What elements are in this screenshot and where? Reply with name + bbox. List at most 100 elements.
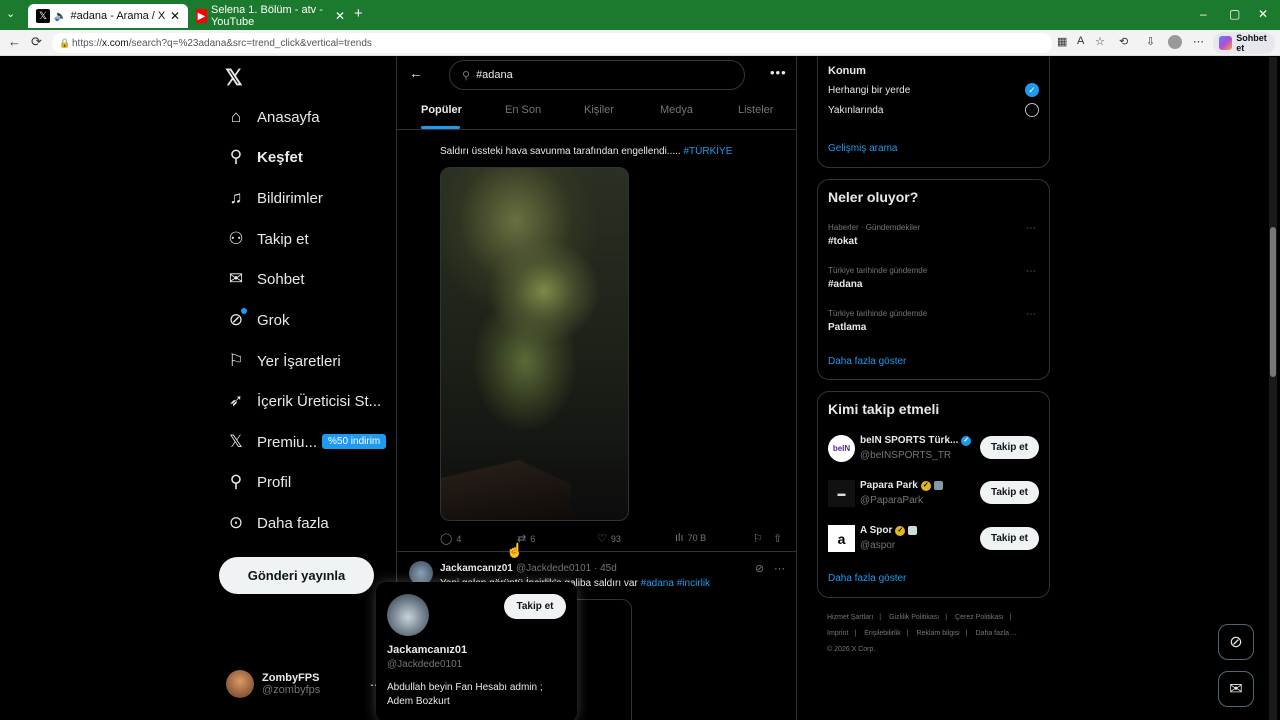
favorite-star-icon[interactable]: ☆ <box>1095 35 1105 48</box>
follow-button[interactable]: Takip et <box>980 481 1039 504</box>
settings-more-icon[interactable]: ⋯ <box>1193 35 1204 48</box>
account-switcher[interactable]: ZombyFPS @zombyfps ⋯ <box>226 670 382 698</box>
follow-button[interactable]: Takip et <box>980 527 1039 550</box>
nav-profile[interactable]: ⚲ Profil <box>225 470 291 494</box>
more-dots-icon[interactable]: ⋯ <box>774 562 785 575</box>
tab-list-chevron-icon[interactable]: ⌄ <box>6 7 15 20</box>
grok-fab-icon[interactable]: ⊘ <box>1218 624 1254 660</box>
reload-icon[interactable]: ⟳ <box>31 34 42 50</box>
trend-name[interactable]: #adana <box>828 279 862 290</box>
show-more-link[interactable]: Daha fazla göster <box>828 573 906 584</box>
browser-tab-x[interactable]: 𝕏 🔈 #adana - Arama / X ✕ <box>28 4 188 28</box>
follow-button[interactable]: Takip et <box>980 436 1039 459</box>
grok-icon[interactable]: ⊘ <box>755 562 764 575</box>
profile-avatar[interactable] <box>1168 35 1182 49</box>
speaker-icon[interactable]: 🔈 <box>54 11 66 22</box>
scrollbar[interactable] <box>1269 57 1277 720</box>
profile-handle[interactable]: @Jackdede0101 <box>387 659 462 670</box>
tab-popular[interactable]: Popüler <box>421 104 462 116</box>
minimize-button[interactable]: – <box>1200 7 1207 21</box>
footer-link[interactable]: Gizlilik Politikası <box>889 614 939 621</box>
show-more-link[interactable]: Daha fazla göster <box>828 356 906 367</box>
nav-notifications[interactable]: ♫ Bildirimler <box>225 186 323 210</box>
tab-people[interactable]: Kişiler <box>584 104 614 116</box>
trend-name[interactable]: Patlama <box>828 322 866 333</box>
trend-name[interactable]: #tokat <box>828 236 857 247</box>
share-icon: ⇧ <box>773 533 783 545</box>
hashtag-link[interactable]: #TÜRKİYE <box>683 146 732 157</box>
tab-media[interactable]: Medya <box>660 104 693 116</box>
a-spor-avatar[interactable]: a <box>828 525 855 552</box>
close-tab-icon[interactable]: ✕ <box>335 9 345 23</box>
tweet-author-name[interactable]: Jackamcanız01 <box>440 563 513 574</box>
footer-link[interactable]: Erişilebilirlik <box>864 630 901 637</box>
tweet-video[interactable] <box>440 167 629 521</box>
search-input[interactable]: ⚲ #adana <box>449 60 745 90</box>
nav-grok[interactable]: ⊘ Grok <box>225 308 290 332</box>
bookmark-icon: ⚐ <box>228 351 244 370</box>
tweet-author-handle[interactable]: @Jackdede0101 · 45d <box>516 563 617 574</box>
post-button[interactable]: Gönderi yayınla <box>219 557 374 594</box>
footer-link[interactable]: Daha fazla ... <box>976 630 1017 637</box>
avatar[interactable] <box>387 594 429 636</box>
address-bar[interactable]: 🔒 https://x.com/search?q=%23adana&src=tr… <box>52 33 1052 53</box>
reply-button[interactable]: ◯ 4 <box>440 532 461 545</box>
more-dots-icon[interactable]: ⋯ <box>1026 266 1036 277</box>
account-name[interactable]: beIN SPORTS Türk... ✓ <box>860 435 972 446</box>
back-icon[interactable]: ← <box>8 34 21 49</box>
close-window-button[interactable]: ✕ <box>1258 7 1268 21</box>
nav-home[interactable]: ⌂ Anasayfa <box>225 105 320 129</box>
browser-tab-youtube[interactable]: ▶ Selena 1. Bölüm - atv - YouTube ✕ <box>188 4 353 28</box>
more-dots-icon[interactable]: ⋯ <box>1026 223 1036 234</box>
app-icon[interactable]: ▦ <box>1057 35 1067 48</box>
like-button[interactable]: ♡ 93 <box>597 532 621 545</box>
radio-checked-icon[interactable]: ✓ <box>1025 83 1039 97</box>
account-name-text: beIN SPORTS Türk... <box>860 435 959 446</box>
read-aloud-icon[interactable]: A <box>1077 35 1084 47</box>
x-logo-icon[interactable]: 𝕏 <box>225 65 243 91</box>
messages-fab-icon[interactable]: ✉ <box>1218 671 1254 707</box>
tab-latest[interactable]: En Son <box>505 104 541 116</box>
account-name[interactable]: Papara Park ✓ <box>860 480 943 491</box>
profile-name[interactable]: Jackamcanız01 <box>387 644 467 656</box>
bookmark-button[interactable]: ⚐ <box>753 532 767 545</box>
trend-meta: Türkiye tarihinde gündemde <box>828 266 928 275</box>
maximize-button[interactable]: ▢ <box>1229 7 1240 21</box>
share-button[interactable]: ⇧ <box>773 532 786 545</box>
back-arrow-icon[interactable]: ← <box>409 65 423 81</box>
home-icon: ⌂ <box>230 107 242 126</box>
location-option-anywhere[interactable]: Herhangi bir yerde <box>828 85 910 96</box>
footer-link[interactable]: Çerez Politikası <box>955 614 1004 621</box>
radio-unchecked-icon[interactable] <box>1025 103 1039 117</box>
nav-bookmarks[interactable]: ⚐ Yer İşaretleri <box>225 349 340 373</box>
nav-follow[interactable]: ⚇ Takip et <box>225 227 308 251</box>
downloads-icon[interactable]: ⇩ <box>1146 35 1155 48</box>
nav-explore[interactable]: ⚲ Keşfet <box>225 145 303 169</box>
footer-link[interactable]: Imprint <box>827 630 848 637</box>
nav-chat[interactable]: ✉ Sohbet <box>225 267 305 291</box>
account-name: ZombyFPS <box>262 672 320 684</box>
more-dots-icon[interactable]: ••• <box>770 65 787 80</box>
hashtag-link[interactable]: #incirlik <box>677 578 710 589</box>
tab-lists[interactable]: Listeler <box>738 104 773 116</box>
views-button[interactable]: ılı 70 B <box>675 532 706 544</box>
account-name[interactable]: A Spor ✓ <box>860 525 918 536</box>
footer-link[interactable]: Hizmet Şartları <box>827 614 873 621</box>
nav-creator-studio[interactable]: ➶ İçerik Üreticisi St... <box>225 389 381 413</box>
extensions-icon[interactable]: ⟲ <box>1119 35 1128 48</box>
hashtag-link[interactable]: #adana <box>641 578 674 589</box>
nav-premium[interactable]: 𝕏 Premiu... <box>225 430 317 454</box>
divider <box>397 129 797 130</box>
close-tab-icon[interactable]: ✕ <box>170 9 180 23</box>
nav-more[interactable]: ⊙ Daha fazla <box>225 511 329 535</box>
papara-park-avatar[interactable]: ▬ <box>828 480 855 507</box>
bein-sports-avatar[interactable]: beIN <box>828 435 855 462</box>
more-dots-icon[interactable]: ⋯ <box>1026 309 1036 320</box>
follow-button[interactable]: Takip et <box>504 594 566 619</box>
location-option-nearby[interactable]: Yakınlarında <box>828 105 883 116</box>
advanced-search-link[interactable]: Gelişmiş arama <box>828 143 897 154</box>
new-tab-button[interactable]: + <box>354 5 363 22</box>
footer-link[interactable]: Reklam bilgisi <box>917 630 960 637</box>
copilot-chat-button[interactable]: Sohbet et <box>1213 32 1275 54</box>
scrollbar-thumb[interactable] <box>1270 227 1276 377</box>
